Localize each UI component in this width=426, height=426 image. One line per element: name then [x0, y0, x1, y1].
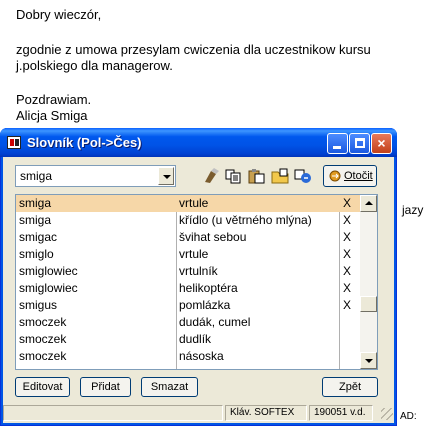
polish-word: smoczek — [19, 315, 67, 329]
email-partial-bottom-text: AD: — [400, 411, 417, 422]
list-item[interactable]: smiglo vrtule X — [16, 246, 360, 263]
minimize-icon — [333, 146, 341, 149]
entry-mark: X — [343, 281, 352, 295]
delete-button[interactable]: Smazat — [141, 377, 198, 397]
folder-icon[interactable] — [271, 168, 289, 184]
window-title: Slovník (Pol->Čes) — [27, 135, 142, 150]
email-body-line-2: j.polskiego dla managerow. — [16, 58, 173, 73]
minimize-button[interactable] — [327, 133, 348, 154]
copy-icon[interactable] — [225, 168, 243, 184]
polish-word: smiga — [19, 213, 52, 227]
czech-translation: dudlík — [179, 332, 212, 346]
back-button[interactable]: Zpět — [322, 377, 378, 397]
list-item[interactable]: smiglowiec helikoptéra X — [16, 280, 360, 297]
czech-translation: vrtule — [179, 247, 209, 261]
combo-dropdown-button[interactable] — [158, 167, 174, 185]
entry-mark: X — [343, 298, 352, 312]
title-bar[interactable]: Slovník (Pol->Čes) × — [0, 128, 397, 157]
vertical-scrollbar[interactable] — [360, 195, 377, 369]
polish-word: smigac — [19, 230, 58, 244]
email-closing: Pozdrawiam. — [16, 92, 92, 107]
refresh-icon — [329, 170, 341, 182]
czech-translation: násoska — [179, 349, 224, 363]
app-icon — [7, 136, 21, 149]
scroll-thumb[interactable] — [360, 296, 377, 312]
polish-word: smoczek — [19, 332, 67, 346]
entry-mark: X — [343, 247, 352, 261]
czech-translation: vrtulník — [179, 264, 218, 278]
list-item[interactable]: smoczek dudlík — [16, 331, 360, 348]
polish-word: smoczek — [19, 349, 67, 363]
resize-grip[interactable] — [381, 408, 393, 420]
polish-word: smiglo — [19, 247, 54, 261]
dictionary-window: Slovník (Pol->Čes) × smiga Otočit smiga … — [0, 128, 397, 426]
edit-button[interactable]: Editovat — [15, 377, 70, 397]
close-button[interactable]: × — [371, 133, 392, 154]
search-input[interactable]: smiga — [20, 169, 52, 183]
results-list[interactable]: smiga vrtule X smiga křídlo (u větrného … — [15, 194, 378, 370]
close-icon: × — [377, 135, 386, 151]
search-combobox[interactable]: smiga — [15, 165, 176, 187]
maximize-button[interactable] — [349, 133, 370, 154]
add-button[interactable]: Přidat — [80, 377, 131, 397]
czech-translation: dudák, cumel — [179, 315, 251, 329]
swap-direction-button[interactable]: Otočit — [323, 165, 377, 187]
email-signature: Alicja Smiga — [16, 108, 88, 123]
swap-icon[interactable] — [294, 168, 312, 184]
email-greeting: Dobry wieczór, — [16, 7, 102, 22]
list-item[interactable]: smoczek dudák, cumel — [16, 314, 360, 331]
entry-mark: X — [343, 213, 352, 227]
swap-direction-label: Otočit — [344, 170, 373, 182]
list-item[interactable]: smigac švihat sebou X — [16, 229, 360, 246]
polish-word: smiga — [19, 196, 52, 210]
email-body-line-1: zgodnie z umowa przesylam cwiczenia dla … — [16, 42, 371, 57]
scroll-up-button[interactable] — [360, 195, 377, 212]
list-item[interactable]: smigus pomlázka X — [16, 297, 360, 314]
list-item[interactable]: smiga vrtule X — [16, 195, 360, 212]
status-cell-empty — [3, 405, 223, 421]
polish-word: smiglowiec — [19, 281, 78, 295]
polish-word: smiglowiec — [19, 264, 78, 278]
paste-icon[interactable] — [248, 168, 266, 184]
entry-mark: X — [343, 196, 352, 210]
email-partial-text: jazy — [402, 203, 424, 217]
czech-translation: helikoptéra — [179, 281, 238, 295]
czech-translation: křídlo (u větrného mlýna) — [179, 213, 312, 227]
list-item[interactable]: smoczek násoska — [16, 348, 360, 365]
entry-mark: X — [343, 230, 352, 244]
czech-translation: pomlázka — [179, 298, 231, 312]
keyboard-status: Kláv. SOFTEX — [225, 405, 307, 421]
scroll-down-button[interactable] — [360, 352, 377, 369]
eraser-icon[interactable] — [203, 168, 221, 184]
list-item[interactable]: smiga křídlo (u větrného mlýna) X — [16, 212, 360, 229]
entry-mark: X — [343, 264, 352, 278]
version-status: 190051 v.d. — [309, 405, 373, 421]
maximize-icon — [355, 138, 365, 148]
czech-translation: švihat sebou — [179, 230, 247, 244]
czech-translation: vrtule — [179, 196, 209, 210]
status-bar: Kláv. SOFTEX 190051 v.d. — [3, 403, 394, 423]
list-item[interactable]: smiglowiec vrtulník X — [16, 263, 360, 280]
polish-word: smigus — [19, 298, 58, 312]
